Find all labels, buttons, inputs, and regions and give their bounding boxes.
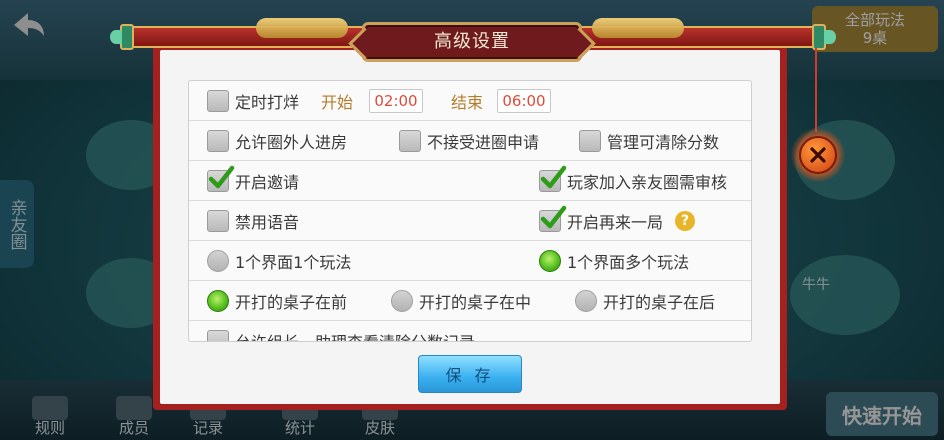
assistant-view-records-checkbox[interactable] [207,330,229,341]
rod-knob-left [110,30,122,44]
disable-voice-checkbox[interactable] [207,210,229,232]
radio-label: 开打的桌子在前 [235,293,348,312]
option-item[interactable]: 禁用语音 [207,201,299,241]
option-item[interactable]: 允许圈外人进房 [207,121,347,161]
end-label-item: 结束 [451,81,483,121]
radio-tables-middle[interactable] [391,290,413,312]
radio-multi-play[interactable] [539,250,561,272]
enable-invite-checkbox[interactable] [207,165,235,192]
dialog-title: 高级设置 [434,31,510,52]
close-string-decoration [815,48,817,132]
timer-label: 定时打烊 [235,93,300,112]
checkmark-icon [208,165,235,189]
start-label-item: 开始 [321,81,353,121]
radio-tables-back[interactable] [575,290,597,312]
options-row: 开启邀请 玩家加入亲友圈需审核 [189,161,751,201]
gold-ornament-right [592,18,684,38]
checkmark-icon [540,205,567,229]
radio-item[interactable]: 开打的桌子在中 [391,281,531,321]
end-time-input[interactable]: 06:00 [497,89,551,113]
radio-item[interactable]: 开打的桌子在前 [207,281,347,321]
radio-item[interactable]: 开打的桌子在后 [575,281,715,321]
gold-ornament-left [256,18,348,38]
end-label: 结束 [451,93,484,112]
admin-clear-score-checkbox[interactable] [579,130,601,152]
option-item[interactable]: 不接受进圈申请 [399,121,539,161]
radio-item[interactable]: 1个界面多个玩法 [539,241,689,281]
close-button[interactable] [799,136,837,174]
options-row: 禁用语音 开启再来一局 ? [189,201,751,241]
timer-checkbox-item[interactable]: 定时打烊 [207,81,299,121]
layout-radio-row: 1个界面1个玩法 1个界面多个玩法 [189,241,751,281]
timer-row: 定时打烊 开始 02:00 结束 06:00 [189,81,751,121]
rod-knob-right [824,30,836,44]
join-review-checkbox[interactable] [539,165,567,192]
help-icon[interactable]: ? [675,211,696,231]
option-label: 玩家加入亲友圈需审核 [567,173,728,192]
radio-tables-front[interactable] [207,290,229,312]
radio-label: 开打的桌子在中 [419,293,532,312]
reject-applications-checkbox[interactable] [399,130,421,152]
radio-single-play[interactable] [207,250,229,272]
close-icon [810,147,826,163]
radio-item[interactable]: 1个界面1个玩法 [207,241,351,281]
settings-panel[interactable]: 定时打烊 开始 02:00 结束 06:00 允许圈外人进房 不接受进圈申请 管… [188,80,752,342]
options-row: 允许圈外人进房 不接受进圈申请 管理可清除分数 [189,121,751,161]
timer-checkbox[interactable] [207,90,229,112]
play-again-checkbox[interactable] [539,205,567,232]
radio-label: 1个界面多个玩法 [567,253,690,272]
save-button[interactable]: 保 存 [418,355,522,393]
start-time-input[interactable]: 02:00 [369,89,423,113]
option-label: 管理可清除分数 [607,133,720,152]
option-item[interactable]: 玩家加入亲友圈需审核 [539,161,727,201]
option-label: 开启邀请 [235,173,300,192]
option-label: 开启再来一局 [567,213,664,232]
option-item[interactable]: 开启邀请 [207,161,299,201]
radio-label: 1个界面1个玩法 [235,253,352,272]
checkmark-icon [540,165,567,189]
order-radio-row: 开打的桌子在前 开打的桌子在中 开打的桌子在后 [189,281,751,321]
option-item[interactable]: 允许组长、助理查看清除分数记录 [207,321,475,341]
option-label: 不接受进圈申请 [427,133,540,152]
allow-outsiders-checkbox[interactable] [207,130,229,152]
rod-end-left [120,24,134,50]
option-label: 禁用语音 [235,213,300,232]
option-label: 允许组长、助理查看清除分数记录 [235,329,475,341]
option-item[interactable]: 开启再来一局 ? [539,201,696,241]
option-label: 允许圈外人进房 [235,133,348,152]
option-item[interactable]: 管理可清除分数 [579,121,719,161]
start-label: 开始 [321,93,354,112]
options-row: 允许组长、助理查看清除分数记录 [189,321,751,341]
radio-label: 开打的桌子在后 [603,293,716,312]
